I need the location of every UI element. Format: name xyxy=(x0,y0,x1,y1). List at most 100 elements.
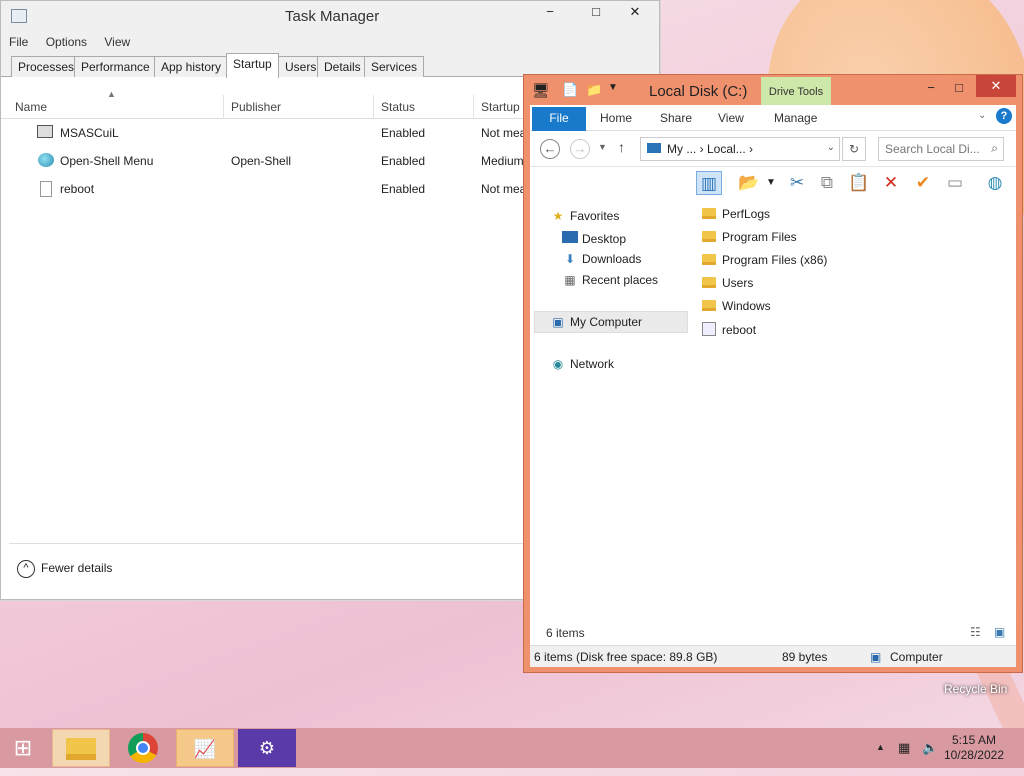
nav-label: Downloads xyxy=(582,252,642,266)
ribbon-tab-share[interactable]: Share xyxy=(660,111,692,125)
delete-icon[interactable]: ✕ xyxy=(878,171,904,195)
item-name: Program Files xyxy=(722,230,797,244)
cut-icon[interactable]: ✂ xyxy=(784,171,810,195)
customize-dropdown-icon[interactable]: ▼ xyxy=(608,82,618,93)
list-item[interactable]: Program Files xyxy=(702,230,797,250)
help-icon[interactable]: ? xyxy=(996,108,1012,124)
app-icon xyxy=(37,125,53,138)
recent-locations-icon[interactable]: ▼ xyxy=(598,142,607,152)
address-path[interactable]: My ... › Local... › ⌄ xyxy=(640,137,840,161)
list-item[interactable]: Program Files (x86) xyxy=(702,253,827,273)
forward-icon[interactable]: → xyxy=(570,139,590,159)
nav-desktop[interactable]: Desktop xyxy=(562,231,626,251)
file-icon xyxy=(40,181,52,197)
open-shell-icon[interactable]: ◍ xyxy=(982,171,1008,195)
chrome-taskbar-icon[interactable] xyxy=(114,729,172,767)
script-file-icon xyxy=(702,322,716,336)
row-impact: Medium xyxy=(481,154,524,168)
paste-icon[interactable]: 📋 xyxy=(846,171,872,195)
menu-view[interactable]: View xyxy=(104,35,130,49)
nav-my-computer[interactable]: ▣ My Computer xyxy=(550,315,642,335)
tab-details[interactable]: Details xyxy=(317,56,368,77)
maximize-button[interactable]: □ xyxy=(944,77,974,99)
explorer-titlebar[interactable]: 🖥 📄 📁 ▼ Local Disk (C:) Drive Tools − □ … xyxy=(524,75,1022,105)
nav-network[interactable]: ◉ Network xyxy=(550,357,614,377)
minimize-button[interactable]: − xyxy=(916,77,946,99)
ribbon-tab-home[interactable]: Home xyxy=(600,111,632,125)
properties-icon[interactable]: 📄 xyxy=(562,82,578,98)
tab-startup[interactable]: Startup xyxy=(226,53,279,78)
folder-options-icon[interactable]: 📂 xyxy=(736,171,762,195)
fewer-details-button[interactable]: ^ Fewer details xyxy=(17,560,112,578)
tab-processes[interactable]: Processes xyxy=(11,56,82,77)
new-folder-icon[interactable]: 📁 xyxy=(586,82,602,98)
row-name: reboot xyxy=(60,182,95,196)
refresh-icon[interactable]: ↻ xyxy=(842,137,866,161)
minimize-button[interactable]: − xyxy=(535,1,565,23)
column-status[interactable]: Status xyxy=(381,100,415,114)
clock[interactable]: 5:15 AM 10/28/2022 xyxy=(944,733,1004,763)
list-item[interactable]: Users xyxy=(702,276,753,296)
file-list: PerfLogs Program Files Program Files (x8… xyxy=(690,199,1016,645)
network-status-icon[interactable]: ▦ xyxy=(898,740,910,756)
file-explorer-taskbar-icon[interactable] xyxy=(52,729,110,767)
folder-icon xyxy=(702,208,716,219)
tab-app-history[interactable]: App history xyxy=(154,56,229,77)
list-item[interactable]: Windows xyxy=(702,299,771,319)
search-icon: ⌕ xyxy=(991,141,998,155)
task-manager-titlebar[interactable]: Task Manager − □ ✕ xyxy=(1,1,659,31)
back-icon[interactable]: ← xyxy=(540,139,560,159)
up-arrow-icon[interactable]: ↑ xyxy=(618,139,625,155)
close-button[interactable]: ✕ xyxy=(617,1,653,23)
tab-services[interactable]: Services xyxy=(364,56,425,77)
quick-access-toolbar-icon[interactable]: 🖥 xyxy=(532,82,550,99)
folder-icon xyxy=(702,254,716,265)
column-name[interactable]: Name xyxy=(15,100,47,114)
column-startup-impact[interactable]: Startup i xyxy=(481,100,526,114)
details-view-icon[interactable]: ☷ xyxy=(970,625,981,639)
volume-icon[interactable]: 🔈 xyxy=(922,740,938,756)
show-hidden-icons-icon[interactable]: ▲ xyxy=(876,742,885,752)
list-item[interactable]: reboot xyxy=(702,322,756,342)
close-button[interactable]: ✕ xyxy=(976,75,1016,97)
fewer-details-label: Fewer details xyxy=(41,561,113,576)
nav-favorites[interactable]: ★ Favorites xyxy=(550,209,620,229)
start-button-windows-icon[interactable]: ⊞ xyxy=(0,729,46,767)
nav-label: Desktop xyxy=(582,232,627,246)
recent-places-icon: ▦ xyxy=(564,273,576,287)
menu-options[interactable]: Options xyxy=(46,35,87,49)
nav-downloads[interactable]: ⬇ Downloads xyxy=(562,252,641,272)
shell-icon xyxy=(38,153,54,167)
row-name: MSASCuiL xyxy=(60,126,119,140)
ribbon-tab-file[interactable]: File xyxy=(532,107,586,131)
expand-ribbon-icon[interactable]: ⌄ xyxy=(978,110,986,121)
ribbon-tab-manage[interactable]: Manage xyxy=(774,111,817,125)
clock-date: 10/28/2022 xyxy=(943,748,1004,762)
menu-file[interactable]: File xyxy=(9,35,28,49)
properties-check-icon[interactable]: ✔ xyxy=(910,171,936,195)
clock-time: 5:15 AM xyxy=(951,733,996,747)
search-input[interactable]: Search Local Di... ⌕ xyxy=(878,137,1004,161)
recycle-bin-label[interactable]: Recycle Bin xyxy=(944,682,1007,696)
ribbon-tab-view[interactable]: View xyxy=(718,111,744,125)
window-title: Task Manager xyxy=(285,8,380,25)
nav-label: Favorites xyxy=(570,209,620,223)
task-manager-taskbar-icon[interactable]: 📈 xyxy=(176,729,234,767)
settings-gear-icon[interactable]: ⚙ xyxy=(238,729,296,767)
address-text: My ... › Local... › xyxy=(667,142,754,156)
copy-icon[interactable]: ⧉ xyxy=(814,171,840,195)
row-impact: Not mea xyxy=(481,182,527,196)
row-status: Enabled xyxy=(381,154,426,168)
item-name: Program Files (x86) xyxy=(722,253,828,267)
computer-icon xyxy=(647,143,661,153)
navigation-pane: ★ Favorites Desktop ⬇ Downloads ▦ Recent pl… xyxy=(530,199,690,645)
column-publisher[interactable]: Publisher xyxy=(231,100,281,114)
rename-icon[interactable]: ▭ xyxy=(942,171,968,195)
tab-performance[interactable]: Performance xyxy=(74,56,157,77)
nav-recent-places[interactable]: ▦ Recent places xyxy=(562,273,658,293)
dropdown-arrow-icon[interactable]: ▼ xyxy=(764,171,778,195)
navigation-pane-icon[interactable]: ▥ xyxy=(696,171,722,195)
list-item[interactable]: PerfLogs xyxy=(702,207,770,227)
maximize-button[interactable]: □ xyxy=(581,1,611,23)
large-icons-view-icon[interactable]: ▣ xyxy=(994,625,1005,639)
